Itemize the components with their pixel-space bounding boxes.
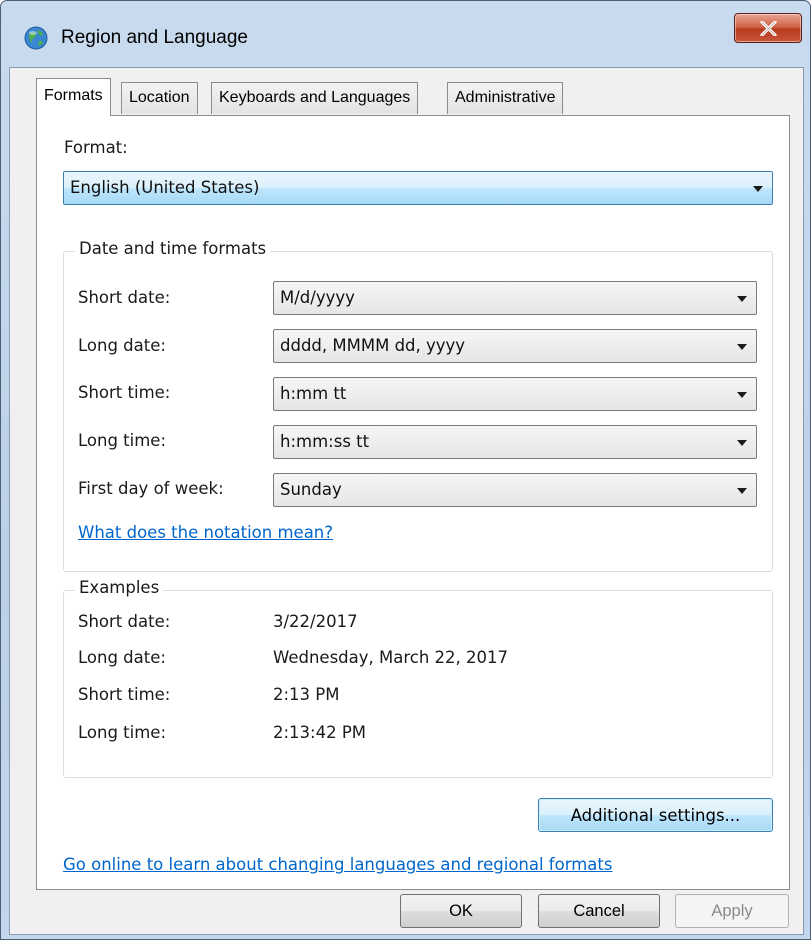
apply-label: Apply xyxy=(711,902,753,920)
tab-keyboards-and-languages[interactable]: Keyboards and Languages xyxy=(211,82,419,114)
date-time-formats-title: Date and time formats xyxy=(75,239,271,258)
example-long-time-value: 2:13:42 PM xyxy=(273,723,367,742)
format-dropdown-value: English (United States) xyxy=(70,178,260,197)
first-day-of-week-value: Sunday xyxy=(280,480,342,499)
example-short-time-label: Short time: xyxy=(78,685,171,704)
online-help-link[interactable]: Go online to learn about changing langua… xyxy=(63,855,612,874)
tab-administrative[interactable]: Administrative xyxy=(447,82,564,114)
tab-formats[interactable]: Formats xyxy=(36,78,111,116)
chevron-down-icon xyxy=(737,488,747,494)
title-bar[interactable]: Region and Language xyxy=(1,1,811,67)
example-long-date-label: Long date: xyxy=(78,648,166,667)
apply-button[interactable]: Apply xyxy=(675,894,789,928)
ok-button[interactable]: OK xyxy=(400,894,522,928)
dialog-window: Region and Language Formats Location Key… xyxy=(0,0,811,940)
chevron-down-icon xyxy=(737,296,747,302)
ok-label: OK xyxy=(449,902,473,920)
long-date-dropdown[interactable]: dddd, MMMM dd, yyyy xyxy=(273,329,757,363)
tab-label: Location xyxy=(129,89,190,106)
tab-label: Administrative xyxy=(455,89,556,106)
additional-settings-button[interactable]: Additional settings... xyxy=(538,798,773,832)
format-label: Format: xyxy=(64,138,128,157)
tab-label: Formats xyxy=(44,87,103,104)
long-time-value: h:mm:ss tt xyxy=(280,432,370,451)
formats-tab-panel: Format: English (United States) Date and… xyxy=(36,115,790,890)
chevron-down-icon xyxy=(753,186,763,192)
short-time-value: h:mm tt xyxy=(280,384,347,403)
cancel-label: Cancel xyxy=(573,902,625,920)
format-dropdown[interactable]: English (United States) xyxy=(63,171,773,205)
chevron-down-icon xyxy=(737,440,747,446)
examples-title: Examples xyxy=(75,578,164,597)
long-date-label: Long date: xyxy=(78,336,166,355)
example-long-date-value: Wednesday, March 22, 2017 xyxy=(273,648,509,667)
globe-icon xyxy=(23,25,49,51)
long-time-label: Long time: xyxy=(78,431,167,450)
first-day-of-week-dropdown[interactable]: Sunday xyxy=(273,473,757,507)
example-long-time-label: Long time: xyxy=(78,723,167,742)
close-button[interactable] xyxy=(734,13,802,43)
short-date-label: Short date: xyxy=(78,288,171,307)
chevron-down-icon xyxy=(737,344,747,350)
first-day-of-week-label: First day of week: xyxy=(78,479,224,498)
short-time-dropdown[interactable]: h:mm tt xyxy=(273,377,757,411)
short-date-dropdown[interactable]: M/d/yyyy xyxy=(273,281,757,315)
cancel-button[interactable]: Cancel xyxy=(538,894,660,928)
additional-settings-label: Additional settings... xyxy=(570,806,741,825)
notation-help-link[interactable]: What does the notation mean? xyxy=(78,523,333,542)
window-title: Region and Language xyxy=(61,27,249,48)
short-time-label: Short time: xyxy=(78,383,171,402)
example-short-time-value: 2:13 PM xyxy=(273,685,340,704)
dialog-client-area: Formats Location Keyboards and Languages… xyxy=(9,67,804,935)
example-short-date-label: Short date: xyxy=(78,612,171,631)
chevron-down-icon xyxy=(737,392,747,398)
format-label-text: Format: xyxy=(64,138,128,157)
long-date-value: dddd, MMMM dd, yyyy xyxy=(280,336,466,355)
long-time-dropdown[interactable]: h:mm:ss tt xyxy=(273,425,757,459)
short-date-value: M/d/yyyy xyxy=(280,288,355,307)
tab-label: Keyboards and Languages xyxy=(219,89,411,106)
tab-location[interactable]: Location xyxy=(121,82,198,114)
example-short-date-value: 3/22/2017 xyxy=(273,612,358,631)
